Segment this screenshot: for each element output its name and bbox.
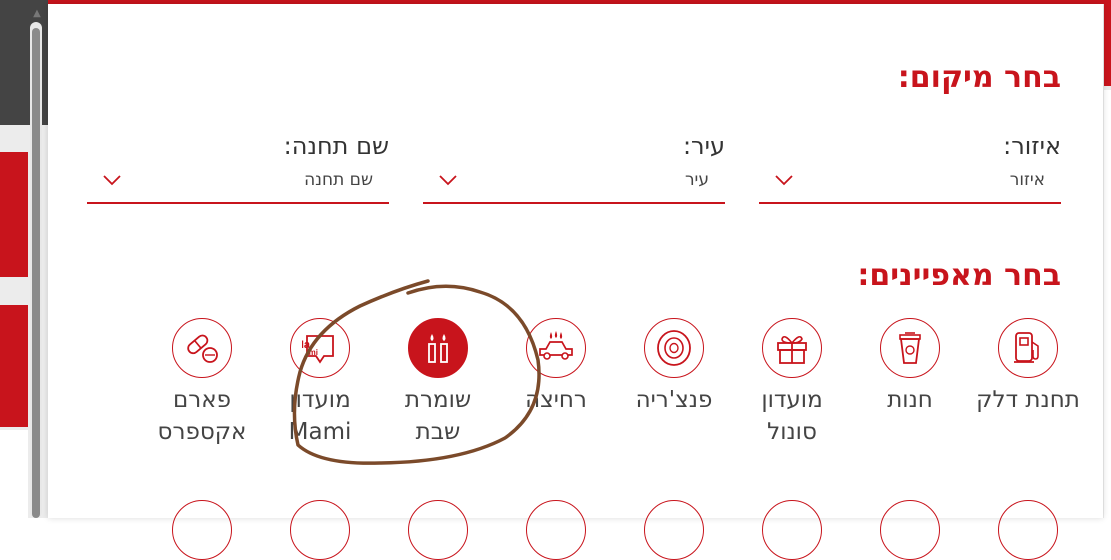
tire-icon[interactable] [644,318,704,378]
station-field[interactable]: שם תחנה: שם תחנה [87,130,389,204]
city-field[interactable]: עיר: עיר [423,130,725,204]
feature-tire-shop[interactable]: פנצ'ריה [615,318,733,416]
candles-icon[interactable] [408,318,468,378]
mami-logo-icon[interactable]: Mami [290,318,350,378]
feature-icon[interactable] [408,500,468,560]
city-select[interactable]: עיר [423,162,725,204]
features-list: תחנת דלק חנות מועדון סונול פנצ'ריה רחיצה… [127,318,1087,458]
feature-fuel-station[interactable]: תחנת דלק [969,318,1087,416]
feature-icon[interactable] [644,500,704,560]
background-right-column [1104,90,1111,518]
feature-icon[interactable] [526,500,586,560]
background-left-card [0,152,28,277]
feature-sonol-club[interactable]: מועדון סונול [733,318,851,448]
feature-label: תחנת דלק [976,387,1080,413]
background-left-card [0,430,28,518]
fuel-pump-icon[interactable] [998,318,1058,378]
feature-pharm-express[interactable]: פארם אקספרס [143,318,261,448]
feature-mami-club[interactable]: Mami מועדון Mami [261,318,379,448]
feature-icon[interactable] [762,500,822,560]
svg-text:mi: mi [309,348,318,357]
chevron-down-icon [775,175,793,186]
feature-icon[interactable] [880,500,940,560]
feature-store[interactable]: חנות [851,318,969,416]
feature-icon[interactable] [172,500,232,560]
scrollbar-thumb[interactable] [32,28,40,518]
station-label: שם תחנה: [283,132,389,160]
pills-icon[interactable] [172,318,232,378]
feature-car-wash[interactable]: רחיצה [497,318,615,416]
region-value: איזור [1009,170,1045,190]
features-list-row-2 [127,500,1087,560]
background-left-card [0,305,28,427]
city-value: עיר [684,170,709,190]
city-label: עיר: [682,132,725,160]
coffee-cup-icon[interactable] [880,318,940,378]
scroll-up-icon[interactable]: ▲ [31,8,43,20]
feature-label: חנות [887,387,933,413]
feature-icon[interactable] [998,500,1058,560]
car-wash-icon[interactable] [526,318,586,378]
station-value: שם תחנה [304,170,373,190]
region-label: איזור: [1003,132,1061,160]
feature-label: פנצ'ריה [635,387,713,413]
gift-icon[interactable] [762,318,822,378]
feature-label: מועדון Mami [288,387,352,445]
region-field[interactable]: איזור: איזור [759,130,1061,204]
chevron-down-icon [103,175,121,186]
station-select[interactable]: שם תחנה [87,162,389,204]
feature-icon[interactable] [290,500,350,560]
feature-label: פארם אקספרס [157,387,247,445]
background-right-strip [1104,0,1111,86]
features-title: בחר מאפיינים: [857,258,1061,293]
feature-label: רחיצה [525,387,587,413]
region-select[interactable]: איזור [759,162,1061,204]
feature-label: מועדון סונול [761,387,823,445]
location-title: בחר מיקום: [897,60,1061,95]
chevron-down-icon [439,175,457,186]
feature-shabbat-observant[interactable]: שומרת שבת [379,318,497,448]
feature-label: שומרת שבת [404,387,472,445]
